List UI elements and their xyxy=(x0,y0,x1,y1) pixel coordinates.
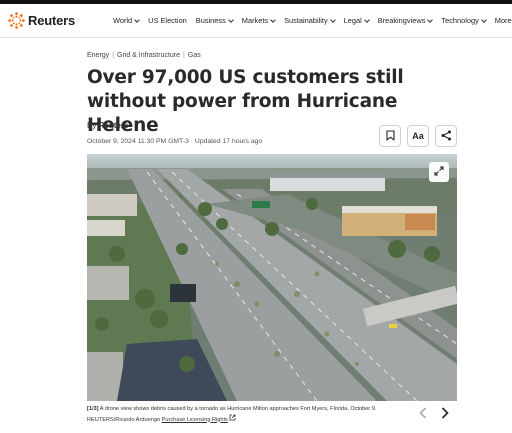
chevron-left-icon xyxy=(419,406,427,422)
bookmark-button[interactable] xyxy=(379,125,401,147)
external-link-icon xyxy=(229,414,236,423)
breadcrumb-gas[interactable]: Gas xyxy=(188,52,201,59)
nav-item-technology[interactable]: Technology xyxy=(441,16,487,25)
nav-item-breakingviews[interactable]: Breakingviews xyxy=(377,16,434,25)
caption-text: A drone view shows debris caused by a to… xyxy=(98,406,377,412)
nav-item-us-election[interactable]: US Election xyxy=(148,16,187,25)
article-dateline: October 9, 2024 11:30 PM GMT-3 · Updated… xyxy=(87,138,263,145)
breadcrumb-separator: | xyxy=(183,52,185,59)
nav-item-world[interactable]: World xyxy=(113,16,141,25)
nav-item-more[interactable]: More xyxy=(495,16,512,25)
nav-label: Markets xyxy=(241,16,269,25)
licensing-link[interactable]: Purchase Licensing Rights xyxy=(162,417,228,423)
chevron-down-icon xyxy=(134,16,141,23)
brand-name: Reuters xyxy=(28,13,76,28)
nav-item-legal[interactable]: Legal xyxy=(343,16,370,25)
byline-author[interactable]: Reuters xyxy=(99,121,129,130)
photo-credit: REUTERS/Ricardo Arduengo xyxy=(87,416,162,423)
nav-label: World xyxy=(113,16,133,25)
text-size-button[interactable]: Aa xyxy=(407,125,429,147)
next-photo-button[interactable] xyxy=(438,406,452,422)
chevron-down-icon xyxy=(363,16,370,23)
aerial-street-image xyxy=(87,154,457,401)
chevron-down-icon xyxy=(480,16,487,23)
byline-prefix: By xyxy=(87,121,97,130)
breadcrumb-separator: | xyxy=(112,52,115,59)
reuters-logo-icon xyxy=(8,12,25,29)
nav-item-sustainability[interactable]: Sustainability xyxy=(284,16,336,25)
nav-label: Breakingviews xyxy=(377,16,426,25)
nav-item-markets[interactable]: Markets xyxy=(241,16,276,25)
share-button[interactable] xyxy=(435,125,457,147)
nav-label: Technology xyxy=(441,16,479,25)
nav-item-business[interactable]: Business xyxy=(195,16,234,25)
bookmark-icon xyxy=(385,129,395,144)
chevron-down-icon xyxy=(227,16,234,23)
nav-label: Sustainability xyxy=(284,16,328,25)
chevron-down-icon xyxy=(329,16,336,23)
byline: By Reuters xyxy=(87,121,128,130)
chevron-right-icon xyxy=(441,406,449,422)
nav-label: Legal xyxy=(343,16,362,25)
nav-label: More xyxy=(494,16,512,25)
reuters-logo[interactable]: Reuters xyxy=(8,12,75,29)
expand-button[interactable] xyxy=(429,162,449,182)
photo-counter: [1/3] xyxy=(87,406,99,412)
nav-label: US Election xyxy=(148,16,187,25)
site-header: Reuters World US Election Business Marke… xyxy=(0,4,512,38)
article-photo[interactable] xyxy=(87,154,457,401)
nav-label: Business xyxy=(195,16,226,25)
previous-photo-button[interactable] xyxy=(416,406,430,422)
breadcrumb-grid-infrastructure[interactable]: Grid & Infrastructure xyxy=(117,52,180,59)
share-icon xyxy=(441,129,452,144)
chevron-down-icon xyxy=(427,16,434,23)
main-menu: World US Election Business Markets Susta… xyxy=(113,16,512,25)
photo-caption: [1/3] A drone view shows debris caused b… xyxy=(87,405,407,424)
breadcrumb: Energy | Grid & Infrastructure | Gas xyxy=(87,52,201,59)
breadcrumb-energy[interactable]: Energy xyxy=(87,52,109,59)
chevron-down-icon xyxy=(270,16,276,23)
expand-icon xyxy=(434,163,444,181)
